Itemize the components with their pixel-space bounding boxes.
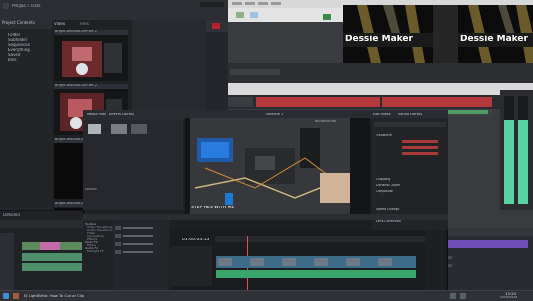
effect-label[interactable] bbox=[123, 243, 153, 245]
effect-label[interactable] bbox=[123, 235, 153, 237]
arduino-viewer-frame bbox=[185, 118, 370, 218]
clock-date: 10/25/2018 bbox=[500, 296, 518, 299]
project-tab[interactable]: PROJECT Tests bbox=[12, 4, 41, 8]
audio-clip[interactable] bbox=[22, 263, 82, 271]
preview-monitor-left[interactable]: Dessie Maker bbox=[343, 5, 433, 63]
dessie-maker-preview bbox=[458, 5, 533, 63]
media-pool: Master bbox=[83, 120, 183, 210]
toolbar bbox=[228, 8, 343, 22]
tab-files[interactable]: Files bbox=[80, 22, 89, 26]
transform-slider[interactable] bbox=[402, 146, 438, 149]
viewer-overlay-text: STEP HES WITH ME bbox=[191, 206, 235, 210]
inspector-section[interactable]: Lens Correction bbox=[376, 220, 401, 223]
view-label: Detailed bbox=[3, 213, 20, 217]
track-headers bbox=[170, 246, 212, 286]
video-clip[interactable] bbox=[40, 242, 60, 250]
menu-item[interactable] bbox=[258, 2, 268, 5]
tab-video[interactable]: Video bbox=[54, 22, 65, 26]
media-thumb[interactable] bbox=[131, 124, 147, 134]
media-thumb[interactable] bbox=[111, 124, 127, 134]
inspector-section[interactable]: Composite bbox=[376, 190, 393, 193]
audio-clip[interactable] bbox=[22, 253, 82, 261]
clip-filmstrip bbox=[216, 256, 416, 268]
tab-effects-library[interactable]: Effects Library bbox=[109, 113, 134, 117]
purple-clip[interactable] bbox=[448, 240, 528, 248]
inspector-header bbox=[374, 122, 446, 127]
timeline-ruler[interactable] bbox=[228, 83, 533, 95]
inspector-section[interactable]: Speed Change bbox=[376, 208, 399, 211]
video-clip-strip[interactable] bbox=[216, 256, 416, 268]
taskbar: EJ LightBrite: How To Cut or Clip 13:24 … bbox=[0, 290, 533, 301]
tab-media-pool[interactable]: Media Pool bbox=[87, 113, 106, 117]
effect-icon bbox=[115, 226, 121, 230]
project-contents-panel: Project Contents Folder Subfolder Sequen… bbox=[0, 20, 53, 208]
lib-item[interactable]: Fairlight FX bbox=[83, 250, 113, 253]
start-menu-icon[interactable] bbox=[3, 293, 9, 299]
video-viewer[interactable]: STEP HES WITH ME 00:00:00:00 bbox=[185, 118, 370, 218]
effects-list bbox=[113, 220, 169, 295]
viewer-timecode: 00:00:00:00 bbox=[315, 120, 337, 123]
audio-clip-strip[interactable] bbox=[216, 270, 416, 278]
tray-icon[interactable] bbox=[460, 293, 466, 299]
app-icon[interactable] bbox=[13, 293, 19, 299]
tab-inspector[interactable]: Edit Index bbox=[373, 113, 391, 117]
transform-slider[interactable] bbox=[402, 140, 438, 143]
meter-level-right bbox=[518, 120, 528, 204]
timeline-clip-red[interactable] bbox=[382, 97, 492, 107]
project-editor-header: PROJECT Tests bbox=[0, 0, 228, 21]
effect-icon bbox=[115, 250, 121, 254]
tool-icon[interactable] bbox=[250, 12, 258, 18]
effect-icon bbox=[115, 242, 121, 246]
viewer-title: Timeline 1 bbox=[265, 113, 284, 116]
meter-level-left bbox=[504, 120, 514, 204]
menu-item[interactable] bbox=[271, 2, 281, 5]
menu-item[interactable] bbox=[245, 2, 255, 5]
divider-panel bbox=[433, 5, 458, 63]
timeline-ruler[interactable] bbox=[215, 236, 425, 296]
track-header bbox=[228, 97, 253, 107]
audio-meter bbox=[500, 90, 533, 210]
transport-bar[interactable] bbox=[230, 69, 280, 75]
app-logo-icon bbox=[3, 3, 9, 9]
tree-item[interactable]: Bins bbox=[0, 58, 52, 63]
inspector-section[interactable]: Transform bbox=[376, 134, 392, 137]
preview-overlay-text: Dessie Maker bbox=[345, 35, 413, 44]
dessie-maker-preview bbox=[343, 5, 433, 63]
panel-title: Project Contents bbox=[0, 20, 52, 29]
effects-library-tree: Toolbox Video Transitions Audio Transiti… bbox=[83, 220, 113, 295]
inspector-section[interactable]: Dynamic Zoom bbox=[376, 184, 400, 187]
track-headers bbox=[0, 233, 14, 293]
timeline-controls bbox=[228, 63, 533, 83]
clip-thumbnail[interactable] bbox=[54, 35, 128, 81]
menu-item[interactable] bbox=[232, 2, 242, 5]
taskbar-window-title[interactable]: EJ LightBrite: How To Cut or Clip bbox=[24, 294, 84, 298]
inspector-section[interactable]: Cropping bbox=[376, 178, 390, 181]
preview-monitor-right[interactable]: Dessie Maker bbox=[458, 5, 533, 63]
tool-icon[interactable] bbox=[323, 14, 331, 20]
preview-overlay-text: Dessie Maker bbox=[460, 35, 528, 44]
tab-sound-library[interactable]: Sound Library bbox=[398, 113, 422, 117]
bins-header: Master bbox=[85, 188, 97, 191]
tool-icon[interactable] bbox=[236, 12, 244, 18]
record-icon[interactable] bbox=[212, 23, 220, 29]
timeline-track bbox=[228, 95, 533, 109]
effect-label[interactable] bbox=[123, 227, 153, 229]
timeline-clip-red[interactable] bbox=[256, 97, 380, 107]
tray-icon[interactable] bbox=[450, 293, 456, 299]
arduino-photo-thumbnail bbox=[54, 35, 128, 81]
effect-label[interactable] bbox=[123, 251, 153, 253]
timeline-timecode: 01:00:03:13 bbox=[182, 238, 210, 242]
effect-icon bbox=[115, 234, 121, 238]
window-controls[interactable] bbox=[200, 2, 224, 7]
media-thumb[interactable] bbox=[88, 124, 101, 134]
transform-slider[interactable] bbox=[402, 152, 438, 155]
